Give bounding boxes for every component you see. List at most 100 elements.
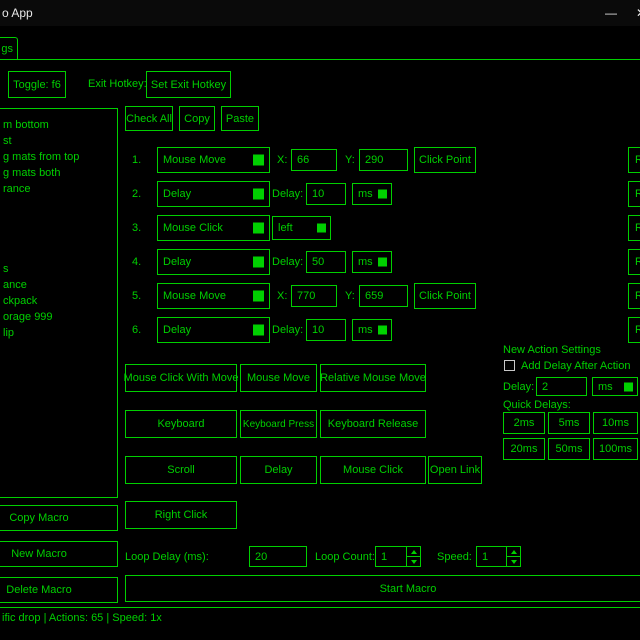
add-delay-checkbox-label: Add Delay After Action [521,360,630,372]
dropdown-indicator-icon [253,257,264,268]
spinner-up-icon[interactable] [507,547,520,557]
add-delay-button[interactable]: Delay [240,456,317,484]
macro-list-item[interactable]: g mats from top [0,149,117,165]
paste-actions-button[interactable]: Paste [221,106,259,131]
click-point-button[interactable]: Click Point [414,283,476,309]
set-exit-hotkey-button[interactable]: Set Exit Hotkey [146,71,231,98]
action-type-dropdown[interactable]: Mouse Move [157,147,270,173]
remove-action-button[interactable]: R [628,215,640,241]
delay-input[interactable]: 50 [306,251,346,273]
remove-action-button[interactable]: R [628,249,640,275]
macro-list-item[interactable]: s [0,261,117,277]
macro-list-item[interactable] [0,213,117,229]
x-input[interactable]: 770 [291,285,337,307]
macro-list-item[interactable]: ance [0,277,117,293]
quick-delay-10ms-button[interactable]: 10ms [593,412,638,434]
remove-action-button[interactable]: R [628,283,640,309]
delay-input[interactable]: 10 [306,183,346,205]
start-macro-button[interactable]: Start Macro [125,575,640,602]
click-point-button[interactable]: Click Point [414,147,476,173]
toggle-hotkey-button[interactable]: Toggle: f6 [8,71,66,98]
new-action-settings-title: New Action Settings [503,344,601,356]
action-row-number: 3. [132,222,141,234]
loop-delay-input[interactable]: 20 [249,546,307,567]
quick-delay-5ms-button[interactable]: 5ms [548,412,590,434]
action-type-value: Mouse Click [163,222,223,234]
tab-settings[interactable]: gs [0,37,18,60]
remove-action-button[interactable]: R [628,181,640,207]
close-button[interactable]: ✕ [626,0,640,26]
remove-action-button[interactable]: R [628,147,640,173]
mouse-button-value: left [278,222,293,234]
dropdown-indicator-icon [317,224,326,233]
action-type-dropdown[interactable]: Mouse Click [157,215,270,241]
minimize-button[interactable]: — [596,0,626,26]
dropdown-indicator-icon [253,189,264,200]
macro-list-item[interactable] [0,245,117,261]
loop-count-value: 1 [381,551,387,563]
macro-list-item[interactable] [0,229,117,245]
delay-unit-dropdown[interactable]: ms [352,251,392,273]
action-type-value: Delay [163,324,191,336]
mouse-button-dropdown[interactable]: left [272,216,331,240]
statusbar-text: ific drop | Actions: 65 | Speed: 1x [2,612,162,624]
macro-list-item[interactable]: g mats both [0,165,117,181]
add-delay-checkbox[interactable] [504,360,515,371]
add-mouse-move-button[interactable]: Mouse Move [240,364,317,392]
loop-delay-label: Loop Delay (ms): [125,551,209,563]
delay-unit-value: ms [358,324,373,336]
add-keyboard-button[interactable]: Keyboard [125,410,237,438]
action-type-dropdown[interactable]: Delay [157,181,270,207]
remove-action-button[interactable]: R [628,317,640,343]
macro-list-item[interactable] [0,197,117,213]
macro-list-item[interactable]: rance [0,181,117,197]
quick-delay-20ms-button[interactable]: 20ms [503,438,545,460]
new-action-delay-input[interactable]: 2 [536,377,587,396]
copy-macro-button[interactable]: Copy Macro [0,505,118,531]
check-all-button[interactable]: Check All [125,106,173,131]
add-keyboard-release-button[interactable]: Keyboard Release [320,410,426,438]
action-type-value: Delay [163,256,191,268]
quick-delay-2ms-button[interactable]: 2ms [503,412,545,434]
new-action-delay-unit-dropdown[interactable]: ms [592,377,638,396]
delete-macro-button[interactable]: Delete Macro [0,577,118,603]
app-window: o App — ✕ gs Toggle: f6 Exit Hotkey: Set… [0,0,640,640]
delay-unit-dropdown[interactable]: ms [352,319,392,341]
x-label: X: [277,290,287,302]
spinner-down-icon[interactable] [407,557,420,566]
y-input[interactable]: 659 [359,285,408,307]
action-type-value: Delay [163,188,191,200]
add-mouse-click-button[interactable]: Mouse Click [320,456,426,484]
spinner-down-icon[interactable] [507,557,520,566]
action-type-dropdown[interactable]: Delay [157,317,270,343]
add-scroll-button[interactable]: Scroll [125,456,237,484]
new-macro-button[interactable]: New Macro [0,541,118,567]
delay-unit-dropdown[interactable]: ms [352,183,392,205]
copy-actions-button[interactable]: Copy [179,106,215,131]
quick-delay-100ms-button[interactable]: 100ms [593,438,638,460]
loop-count-spinner[interactable]: 1 [375,546,421,567]
add-open-link-button[interactable]: Open Link [428,456,482,484]
delay-input[interactable]: 10 [306,319,346,341]
macro-list-item[interactable]: m bottom [0,117,117,133]
add-keyboard-press-button[interactable]: Keyboard Press [240,410,317,438]
macro-list-item[interactable]: orage 999 [0,309,117,325]
speed-spinner[interactable]: 1 [476,546,521,567]
delay-label: Delay: [272,324,303,336]
x-input[interactable]: 66 [291,149,337,171]
macro-list-item[interactable]: lip [0,325,117,341]
spinner-up-icon[interactable] [407,547,420,557]
action-row-number: 4. [132,256,141,268]
add-mouse-click-with-move-button[interactable]: Mouse Click With Move [125,364,237,392]
loop-count-label: Loop Count: [315,551,375,563]
quick-delay-50ms-button[interactable]: 50ms [548,438,590,460]
action-type-dropdown[interactable]: Delay [157,249,270,275]
dropdown-indicator-icon [253,291,264,302]
add-relative-mouse-move-button[interactable]: Relative Mouse Move [320,364,426,392]
add-right-click-button[interactable]: Right Click [125,501,237,529]
action-type-dropdown[interactable]: Mouse Move [157,283,270,309]
y-label: Y: [345,154,355,166]
y-input[interactable]: 290 [359,149,408,171]
macro-list-item[interactable]: ckpack [0,293,117,309]
macro-list-item[interactable]: st [0,133,117,149]
